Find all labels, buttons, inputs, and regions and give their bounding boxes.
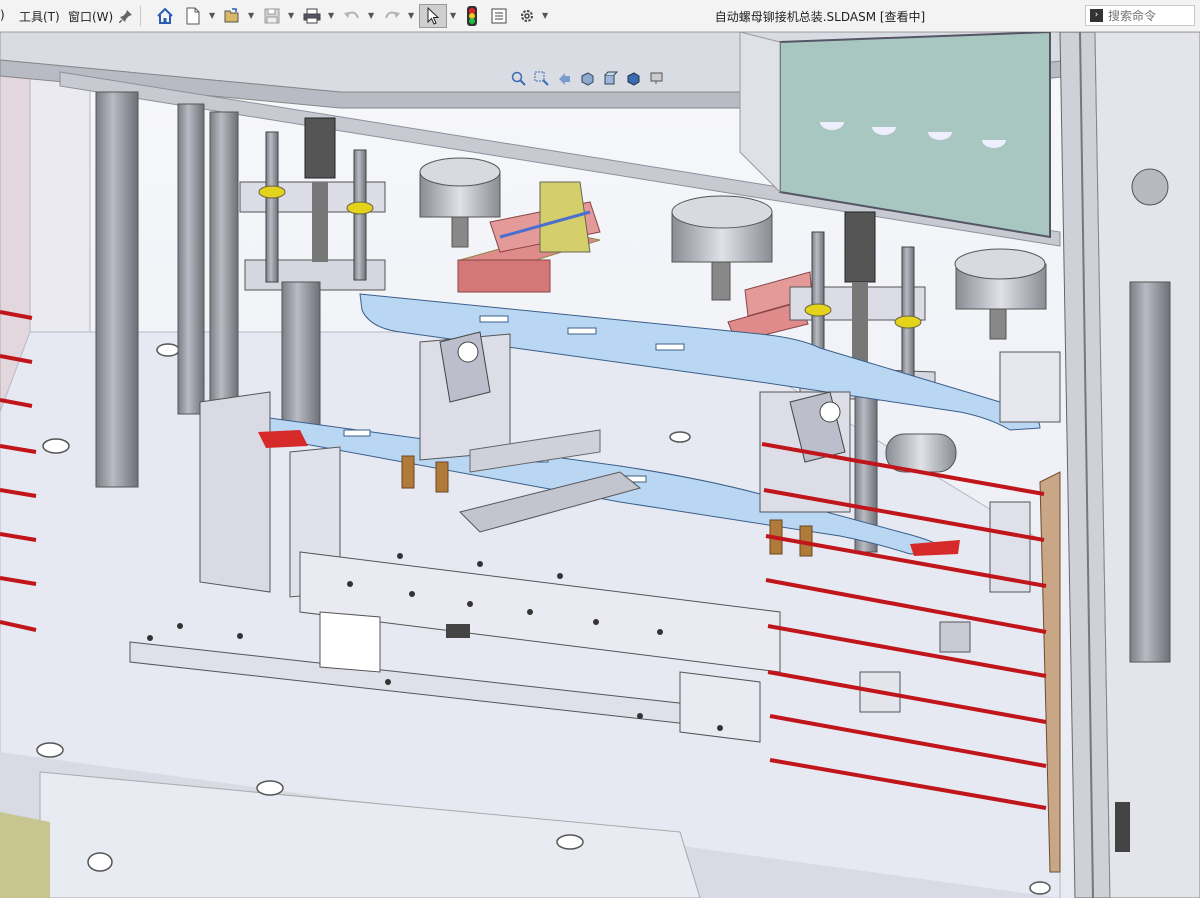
save-dropdown-arrow-icon[interactable]: ▼ xyxy=(288,11,294,20)
new-document-icon[interactable] xyxy=(181,4,205,28)
open-icon[interactable] xyxy=(220,4,244,28)
undo-dropdown-arrow-icon[interactable]: ▼ xyxy=(368,11,374,20)
options-dropdown-arrow-icon[interactable]: ▼ xyxy=(542,11,548,20)
main-toolbar: ) 工具(T) 窗口(W) ▼ ▼ ▼ ▼ ▼ ▼ ▼ ▼ 自动螺母铆接机总装.… xyxy=(0,0,1200,32)
select-dropdown-arrow-icon[interactable]: ▼ xyxy=(450,11,456,20)
file-properties-icon[interactable] xyxy=(487,4,511,28)
zoom-to-fit-icon[interactable] xyxy=(510,70,527,87)
traffic-light-icon[interactable] xyxy=(460,4,484,28)
command-search-input[interactable] xyxy=(1108,7,1192,24)
3d-viewport[interactable] xyxy=(0,32,1200,898)
redo-dropdown-arrow-icon[interactable]: ▼ xyxy=(408,11,414,20)
options-gear-icon[interactable] xyxy=(515,4,539,28)
view-orientation-icon[interactable] xyxy=(602,70,619,87)
command-search-box[interactable]: › xyxy=(1085,5,1195,26)
select-icon[interactable] xyxy=(419,4,447,28)
zoom-area-icon[interactable] xyxy=(533,70,550,87)
document-title: 自动螺母铆接机总装.SLDASM [查看中] xyxy=(714,10,926,24)
home-icon[interactable] xyxy=(153,4,177,28)
pin-icon[interactable] xyxy=(114,4,138,28)
menu-item-partial[interactable]: ) xyxy=(0,8,5,22)
redo-icon[interactable] xyxy=(380,4,404,28)
display-style-icon[interactable] xyxy=(625,70,642,87)
assembly-model-graphics xyxy=(0,32,1200,898)
section-view-icon[interactable] xyxy=(579,70,596,87)
print-icon[interactable] xyxy=(300,4,324,28)
menu-window[interactable]: 窗口(W) xyxy=(68,8,113,25)
previous-view-icon[interactable] xyxy=(556,70,573,87)
print-dropdown-arrow-icon[interactable]: ▼ xyxy=(328,11,334,20)
view-settings-icon[interactable] xyxy=(648,70,665,87)
command-search-icon: › xyxy=(1090,9,1103,22)
new-dropdown-arrow-icon[interactable]: ▼ xyxy=(209,11,215,20)
open-dropdown-arrow-icon[interactable]: ▼ xyxy=(248,11,254,20)
toolbar-separator xyxy=(140,6,141,26)
undo-icon[interactable] xyxy=(340,4,364,28)
save-icon[interactable] xyxy=(260,4,284,28)
menu-tools[interactable]: 工具(T) xyxy=(19,8,60,25)
heads-up-view-toolbar xyxy=(510,70,665,88)
